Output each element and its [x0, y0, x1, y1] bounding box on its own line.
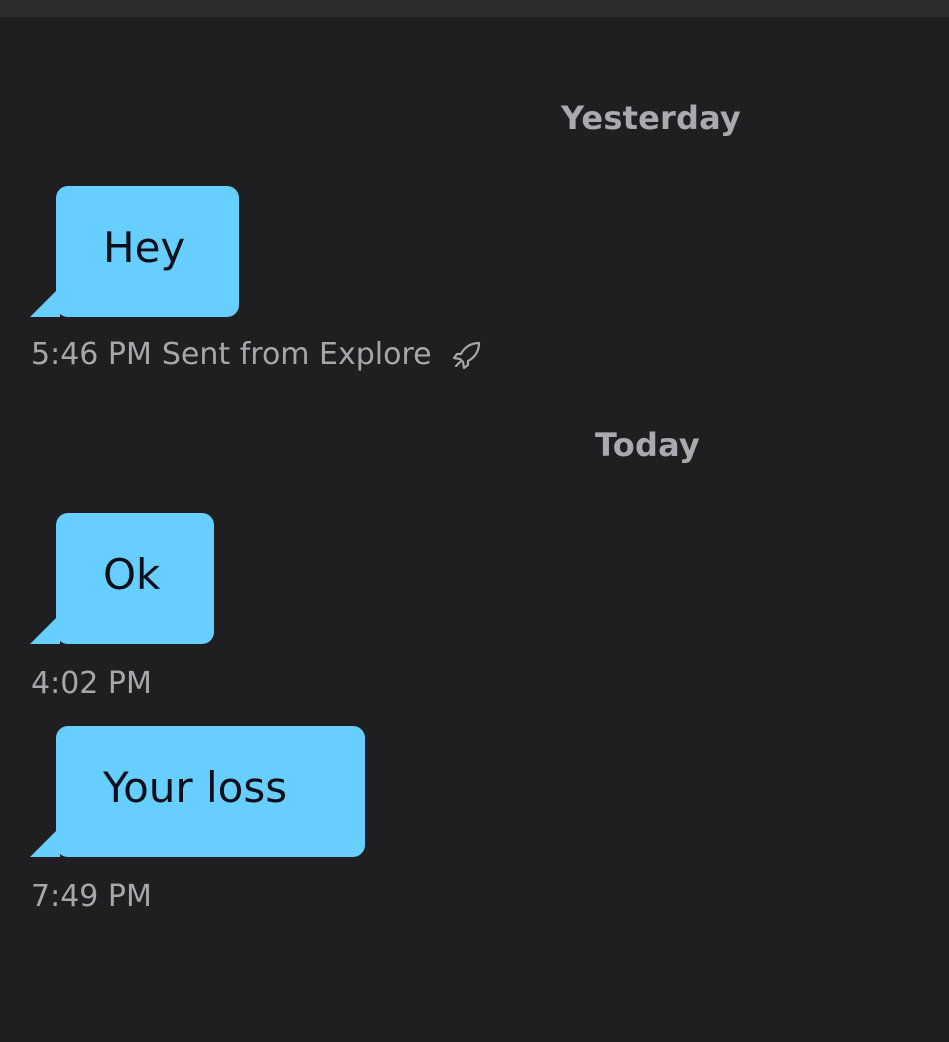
bubble-body: Hey — [56, 186, 239, 317]
message-thread[interactable]: Yesterday Hey 5:46 PM Sent from Explore … — [0, 17, 949, 1042]
message-bubble[interactable]: Ok — [30, 513, 217, 644]
date-divider-yesterday: Yesterday — [561, 99, 741, 137]
message-time: 4:02 PM — [31, 666, 152, 701]
top-bar — [0, 0, 949, 17]
message-text: Hey — [103, 223, 186, 272]
message-bubble[interactable]: Hey — [30, 186, 242, 317]
message-meta: 7:49 PM — [31, 879, 152, 914]
message-meta: 4:02 PM — [31, 666, 152, 701]
message-text: Ok — [103, 550, 161, 599]
message-bubble[interactable]: Your loss — [30, 726, 368, 857]
message-meta: 5:46 PM Sent from Explore — [31, 337, 484, 372]
message-text: Your loss — [103, 763, 288, 812]
bubble-body: Your loss — [56, 726, 365, 857]
message-time: 5:46 PM — [31, 337, 152, 372]
message-source-note: Sent from Explore — [161, 337, 432, 372]
rocket-icon — [450, 338, 484, 372]
message-time: 7:49 PM — [31, 879, 152, 914]
date-divider-today: Today — [595, 426, 700, 464]
bubble-body: Ok — [56, 513, 214, 644]
